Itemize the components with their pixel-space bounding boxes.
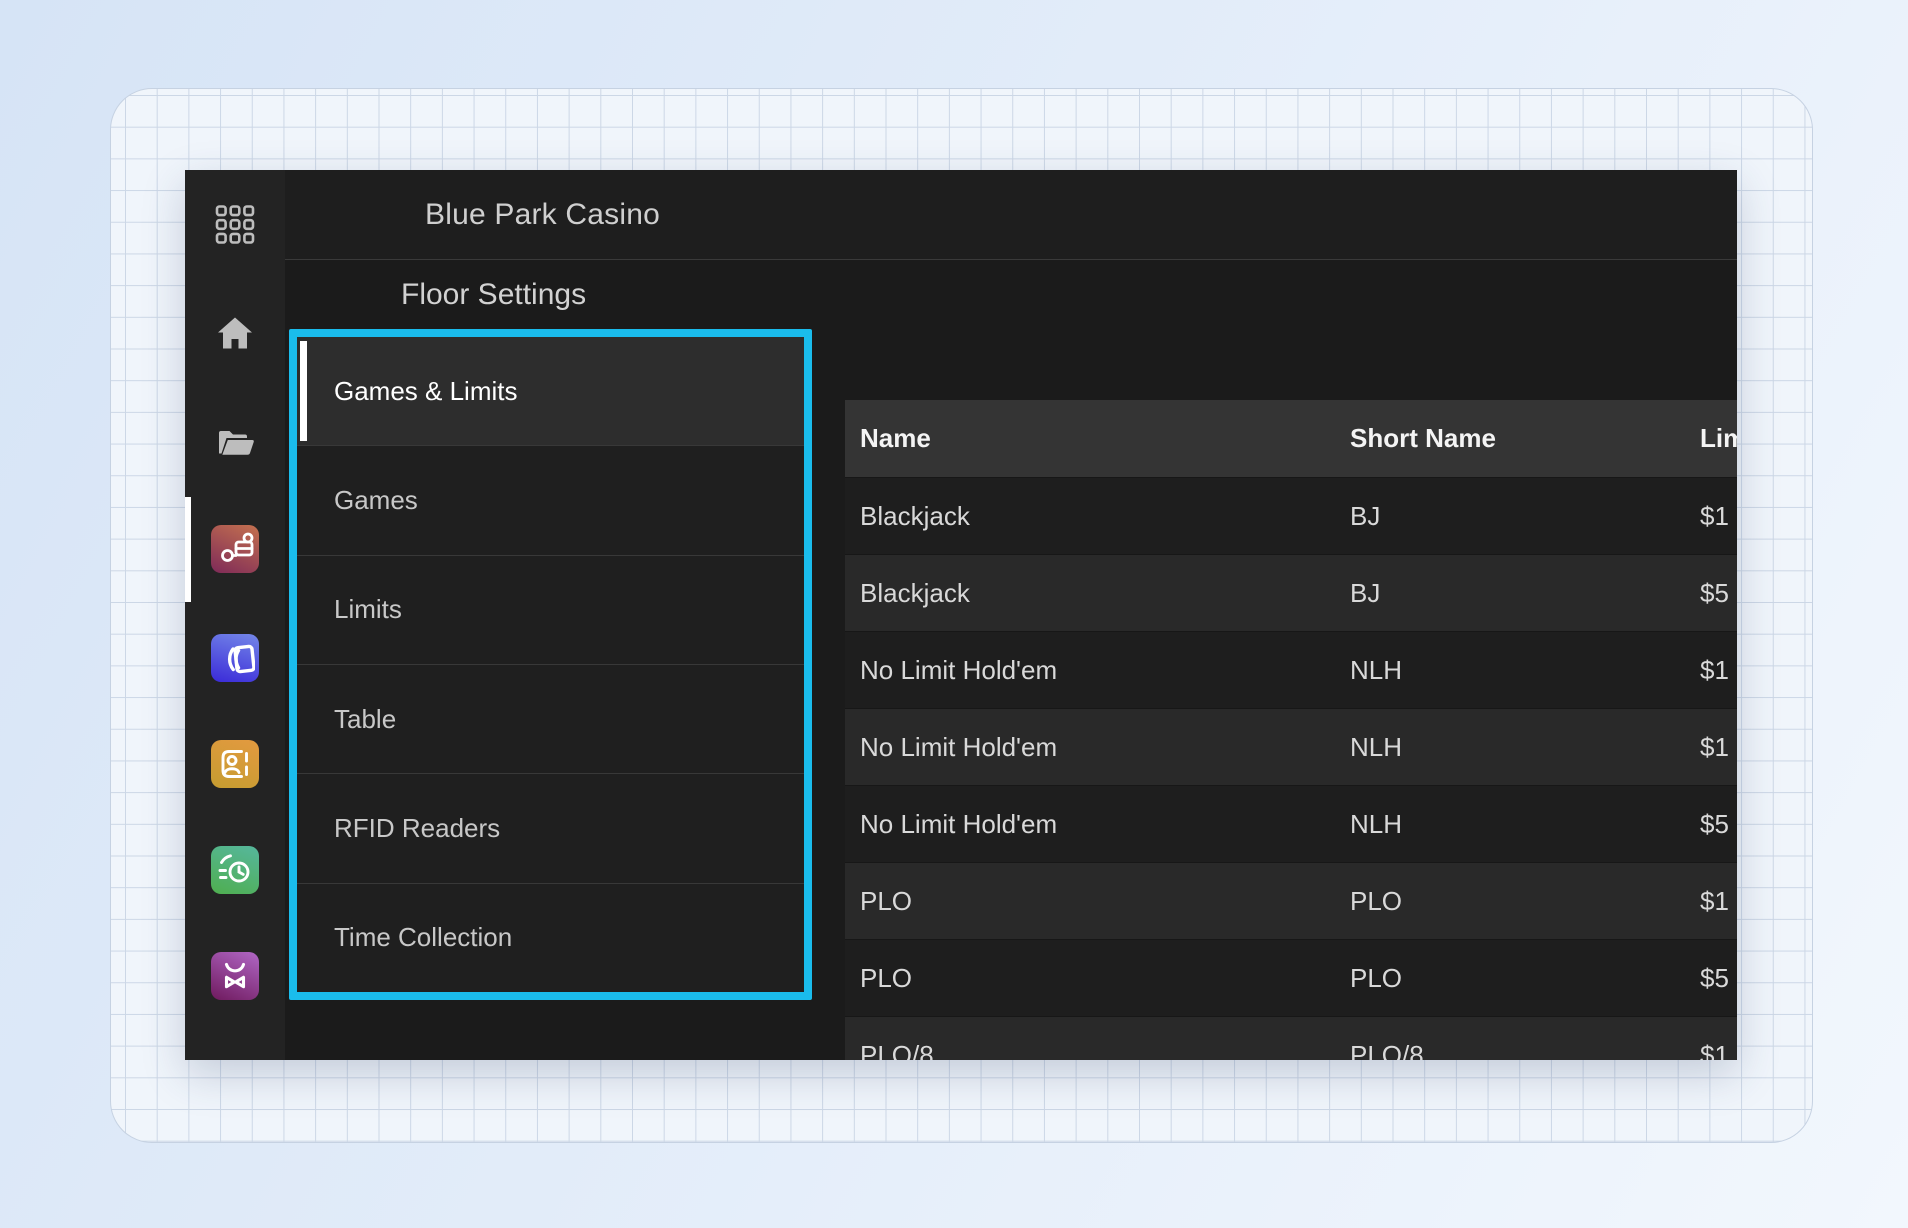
section-header: Floor Settings: [285, 261, 1737, 329]
floor-settings-menu: Games & Limits Games Limits Table RFID Reade…: [289, 329, 812, 1000]
menu-item-rfid-readers[interactable]: RFID Readers: [297, 773, 804, 882]
time-clock-icon[interactable]: [211, 846, 259, 894]
short-name-cell: BJ: [1335, 578, 1685, 609]
app-window: Blue Park Casino Floor Settings Games & …: [185, 170, 1737, 1060]
name-cell: Blackjack: [845, 578, 1335, 609]
menu-item-label: Games & Limits: [334, 376, 518, 407]
short-name-cell: NLH: [1335, 655, 1685, 686]
contact-badge-icon[interactable]: [211, 740, 259, 788]
window-header: Blue Park Casino: [285, 170, 1737, 260]
column-header-limits: Limits: [1685, 423, 1737, 454]
menu-item-label: Time Collection: [334, 922, 512, 953]
limit-cell: $5: [1685, 809, 1737, 840]
table-row[interactable]: PLO/8PLO/8$1: [845, 1016, 1737, 1060]
page-title: Floor Settings: [285, 278, 586, 312]
table-row[interactable]: BlackjackBJ$1: [845, 477, 1737, 554]
menu-item-label: Games: [334, 485, 418, 516]
name-cell: Blackjack: [845, 501, 1335, 532]
short-name-cell: PLO: [1335, 963, 1685, 994]
home-icon[interactable]: [215, 314, 255, 359]
short-name-cell: NLH: [1335, 732, 1685, 763]
limit-cell: $1: [1685, 655, 1737, 686]
menu-item-label: Limits: [334, 594, 402, 625]
menu-item-table[interactable]: Table: [297, 664, 804, 773]
name-cell: No Limit Hold'em: [845, 732, 1335, 763]
column-header-name: Name: [845, 423, 1335, 454]
short-name-cell: PLO/8: [1335, 1040, 1685, 1061]
menu-item-games[interactable]: Games: [297, 445, 804, 554]
name-cell: PLO: [845, 963, 1335, 994]
limit-cell: $1: [1685, 886, 1737, 917]
name-cell: PLO: [845, 886, 1335, 917]
name-cell: No Limit Hold'em: [845, 655, 1335, 686]
table-row[interactable]: PLOPLO$5: [845, 939, 1737, 1016]
playing-cards-icon[interactable]: [211, 634, 259, 682]
apps-grid-icon[interactable]: [215, 205, 255, 250]
menu-item-label: Table: [334, 704, 396, 735]
column-header-short-name: Short Name: [1335, 423, 1685, 454]
dealer-bowtie-icon[interactable]: [211, 952, 259, 1000]
table-header-row: NameShort NameLimits: [845, 400, 1737, 477]
limit-cell: $5: [1685, 578, 1737, 609]
limit-cell: $1: [1685, 1040, 1737, 1061]
limit-cell: $1: [1685, 732, 1737, 763]
name-cell: PLO/8: [845, 1040, 1335, 1061]
table-row[interactable]: No Limit Hold'emNLH$5: [845, 785, 1737, 862]
floor-plan-icon[interactable]: [211, 525, 259, 573]
name-cell: No Limit Hold'em: [845, 809, 1335, 840]
table-row[interactable]: PLOPLO$1: [845, 862, 1737, 939]
short-name-cell: NLH: [1335, 809, 1685, 840]
table-row[interactable]: BlackjackBJ$5: [845, 554, 1737, 631]
sidebar: [185, 170, 285, 1060]
limit-cell: $1: [1685, 501, 1737, 532]
short-name-cell: PLO: [1335, 886, 1685, 917]
open-folder-icon[interactable]: [215, 423, 255, 468]
menu-item-time-collection[interactable]: Time Collection: [297, 883, 804, 992]
table-row[interactable]: No Limit Hold'emNLH$1: [845, 631, 1737, 708]
table-row[interactable]: No Limit Hold'emNLH$1: [845, 708, 1737, 785]
games-limits-table: NameShort NameLimitsBlackjackBJ$1Blackja…: [845, 400, 1737, 1060]
menu-item-label: RFID Readers: [334, 813, 500, 844]
limit-cell: $5: [1685, 963, 1737, 994]
menu-item-limits[interactable]: Limits: [297, 555, 804, 664]
short-name-cell: BJ: [1335, 501, 1685, 532]
app-title: Blue Park Casino: [285, 198, 660, 232]
menu-item-games-limits[interactable]: Games & Limits: [297, 337, 804, 445]
active-nav-indicator: [185, 497, 191, 602]
